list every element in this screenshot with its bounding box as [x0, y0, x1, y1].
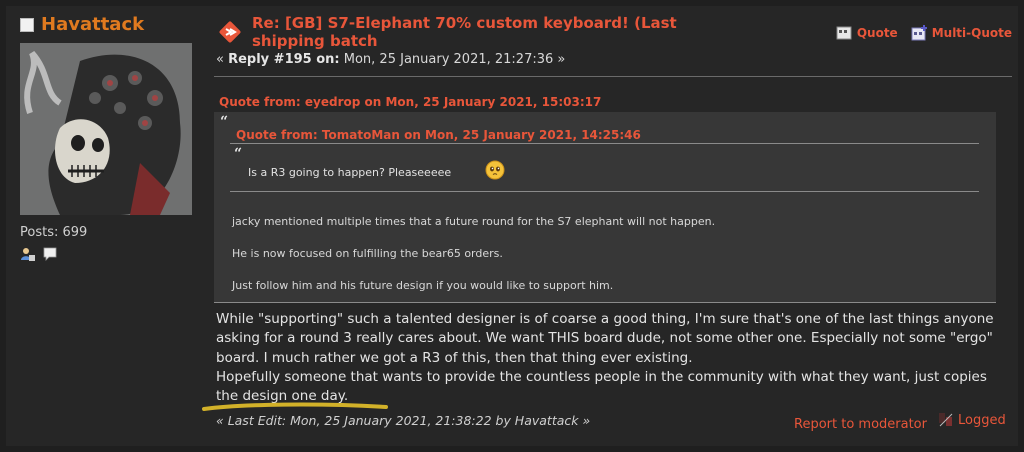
body-paragraph: Hopefully someone that wants to provide … — [216, 368, 987, 405]
quote-header-inner[interactable]: Quote from: TomatoMan on Mon, 25 January… — [236, 128, 641, 142]
report-to-moderator-link[interactable]: Report to moderator — [794, 417, 927, 432]
poster-name-row: Havattack — [20, 14, 200, 35]
outer-quote-line: He is now focused on fulfilling the bear… — [232, 247, 503, 260]
profile-icon[interactable] — [20, 246, 36, 262]
post-icon — [219, 21, 241, 43]
blockquote-inner: “ Is a R3 going to happen? Pleaseeeee — [230, 143, 979, 192]
ip-icon — [939, 413, 953, 427]
blockquote-outer: “ Quote from: TomatoMan on Mon, 25 Janua… — [214, 112, 996, 303]
inner-quote-text: Is a R3 going to happen? Pleaseeeee — [248, 166, 452, 179]
multi-quote-icon — [911, 25, 927, 41]
quote-mark-icon: “ — [220, 114, 229, 130]
quote-button[interactable]: Quote — [835, 24, 898, 42]
reply-date: Mon, 25 January 2021, 21:27:36 » — [339, 52, 566, 67]
poster-info: Havattack Posts: 699 — [20, 14, 200, 262]
outer-quote-line: jacky mentioned multiple times that a fu… — [232, 215, 716, 228]
logged-ip: Logged — [938, 412, 1006, 428]
header-divider — [214, 76, 1012, 77]
last-edit: « Last Edit: Mon, 25 January 2021, 21:38… — [216, 413, 591, 428]
post-body: While "supporting" such a talented desig… — [216, 310, 1006, 406]
quote-label: Quote — [856, 26, 898, 40]
post-count: Posts: 699 — [20, 225, 88, 240]
multi-quote-label: Multi-Quote — [931, 26, 1012, 40]
post-subject-link[interactable]: Re: [GB] S7-Elephant 70% custom keyboard… — [252, 14, 692, 50]
quote-icon — [836, 26, 852, 40]
body-paragraph: While "supporting" such a talented desig… — [216, 311, 994, 366]
poster-icons — [20, 246, 200, 262]
message-icon[interactable] — [42, 246, 58, 262]
outer-quote-line: Just follow him and his future design if… — [232, 279, 614, 292]
post-keyinfo: « Reply #195 on: Mon, 25 January 2021, 2… — [216, 52, 565, 67]
quote-header-outer[interactable]: Quote from: eyedrop on Mon, 25 January 2… — [219, 95, 601, 109]
username-link[interactable]: Havattack — [41, 14, 144, 35]
reply-prefix: « — [216, 52, 229, 67]
avatar[interactable] — [20, 43, 192, 215]
online-status-icon — [20, 17, 34, 32]
post-buttons: Quote Multi-Quote — [835, 24, 1012, 42]
reply-number[interactable]: Reply #195 on: — [228, 52, 340, 67]
logged-label: Logged — [958, 412, 1006, 428]
quote-mark-icon: “ — [234, 146, 243, 162]
pleading-face-icon — [485, 160, 505, 180]
multi-quote-button[interactable]: Multi-Quote — [910, 24, 1012, 42]
